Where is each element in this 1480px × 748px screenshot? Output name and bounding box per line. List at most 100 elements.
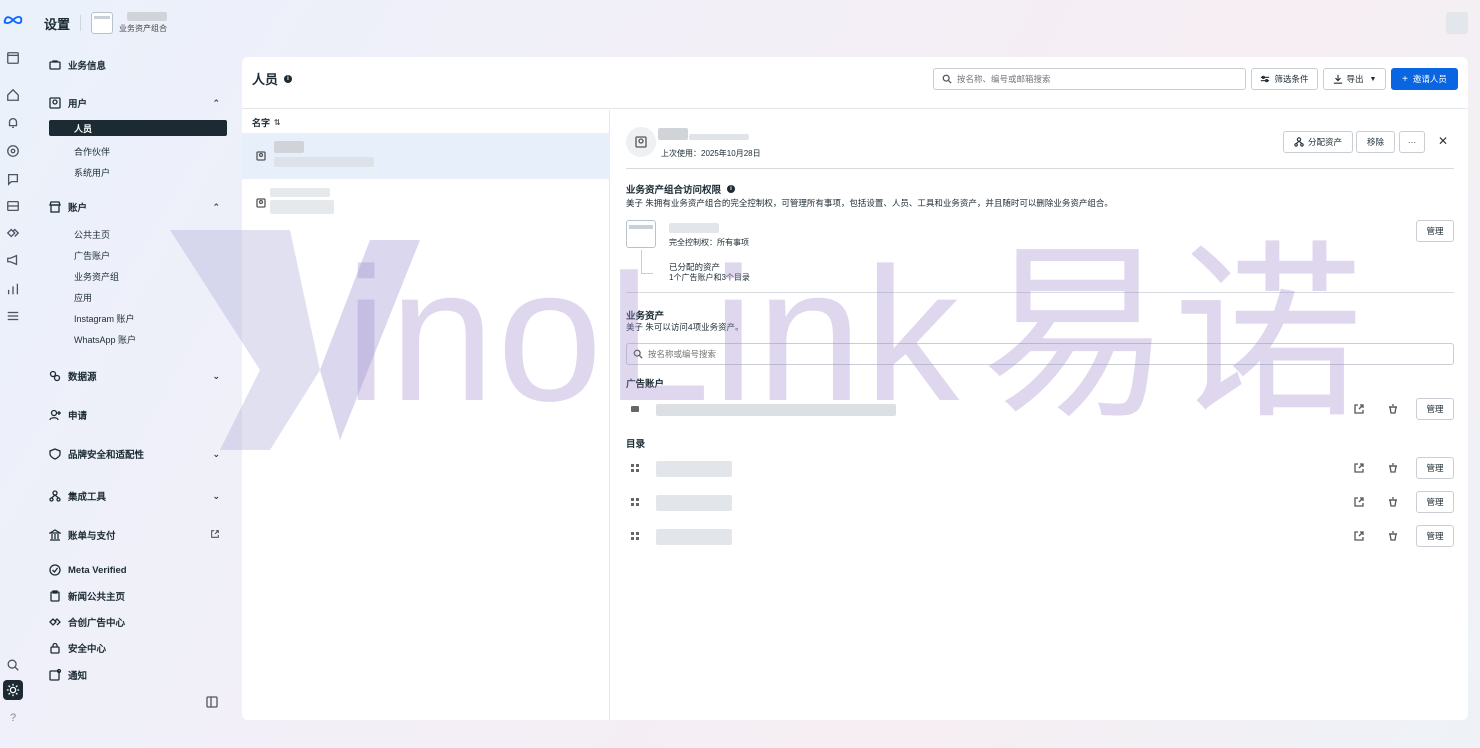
nav-meta-verified[interactable]: Meta Verified [48, 560, 228, 580]
nav-news-page[interactable]: 新闻公共主页 [48, 586, 228, 606]
nav-people[interactable]: 人员 [49, 120, 227, 136]
home-icon[interactable] [3, 85, 23, 105]
nav-business-info[interactable]: 业务信息 [48, 55, 228, 75]
filter-button-label: 筛选条件 [1274, 74, 1309, 84]
nav-accounts[interactable]: 账户 ⌃ [48, 197, 228, 217]
remove-button[interactable]: 移除 [1356, 131, 1395, 153]
app-title: 设置 [44, 16, 71, 32]
filter-button[interactable]: 筛选条件 [1251, 68, 1318, 90]
manage-portfolio-access-button[interactable]: 管理 [1416, 220, 1454, 242]
open-external-icon[interactable] [1354, 404, 1364, 417]
bell-icon[interactable] [3, 113, 23, 133]
ad-account-icon [630, 404, 640, 414]
portfolio-icon[interactable] [3, 48, 23, 68]
chevron-down-icon: ⌄ [212, 448, 220, 459]
nav-creative-hub[interactable]: 合创广告中心 [48, 612, 228, 632]
portfolio-switcher[interactable]: 业务资产组合 [119, 12, 168, 34]
close-icon[interactable]: ✕ [1436, 134, 1450, 148]
settings-gear-icon[interactable] [3, 680, 23, 700]
person-row[interactable] [242, 180, 610, 226]
megaphone-icon[interactable] [3, 250, 23, 270]
nav-requests[interactable]: 申请 [48, 405, 228, 425]
nav-notifications[interactable]: 通知 [48, 665, 228, 685]
nav-ad-accounts[interactable]: 广告账户 [74, 247, 224, 263]
nav-billing[interactable]: 账单与支付 [48, 525, 228, 545]
nav-asset-groups[interactable]: 业务资产组 [74, 268, 224, 284]
portfolio-subtitle: 业务资产组合 [119, 24, 168, 33]
main-panel: 人员 i 筛选条件 导出 ▼ + 邀请人员 名字 ⇅ [242, 57, 1468, 720]
manage-catalog-button[interactable]: 管理 [1416, 491, 1454, 513]
people-search-input[interactable] [957, 74, 1230, 84]
inbox-icon[interactable] [3, 196, 23, 216]
manage-ad-account-button[interactable]: 管理 [1416, 398, 1454, 420]
sort-icon[interactable]: ⇅ [274, 118, 281, 127]
nav-whatsapp-accounts[interactable]: WhatsApp 账户 [74, 331, 224, 347]
nav-security-center[interactable]: 安全中心 [48, 638, 228, 658]
nav-partners[interactable]: 合作伙伴 [74, 143, 224, 159]
nav-system-users[interactable]: 系统用户 [74, 164, 224, 180]
filter-icon [1261, 75, 1270, 83]
account-avatar[interactable] [1446, 12, 1468, 34]
download-icon [1333, 74, 1342, 84]
nav-data-sources[interactable]: 数据源 ⌄ [48, 366, 228, 386]
export-button[interactable]: 导出 ▼ [1323, 68, 1386, 90]
name-column-label: 名字 [252, 118, 271, 128]
nav-apps[interactable]: 应用 [74, 289, 224, 305]
nav-integrations[interactable]: 集成工具 ⌄ [48, 486, 228, 506]
ad-accounts-title: 广告账户 [626, 379, 665, 390]
target-icon[interactable] [3, 141, 23, 161]
redacted-person-email [689, 134, 749, 140]
chevron-down-icon: ⌄ [212, 490, 220, 501]
search-icon [633, 349, 643, 359]
integrations-icon [48, 489, 62, 503]
person-badge-icon [256, 151, 266, 161]
portfolio-icon [626, 220, 656, 248]
collapse-sidebar-icon[interactable] [206, 696, 220, 710]
redacted-person-email [274, 157, 374, 167]
trash-icon[interactable] [1388, 497, 1398, 510]
open-external-icon[interactable] [1354, 531, 1364, 544]
nav-instagram-accounts[interactable]: Instagram 账户 [74, 310, 224, 326]
divider [626, 168, 1454, 169]
handshake-icon[interactable] [3, 223, 23, 243]
manage-catalog-button[interactable]: 管理 [1416, 525, 1454, 547]
catalog-row: 管理 [626, 457, 1454, 481]
redacted-person-name [270, 188, 330, 197]
last-used-text: 上次使用：2025年10月28日 [661, 149, 761, 158]
menu-icon[interactable] [3, 306, 23, 326]
nav-brand-safety[interactable]: 品牌安全和适配性 ⌄ [48, 444, 228, 464]
asset-search[interactable] [626, 343, 1454, 365]
people-list: 名字 ⇅ [242, 110, 610, 720]
invite-people-button[interactable]: + 邀请人员 [1391, 68, 1458, 90]
nav-pages[interactable]: 公共主页 [74, 226, 224, 242]
trash-icon[interactable] [1388, 531, 1398, 544]
person-row[interactable] [242, 133, 610, 179]
more-options-button[interactable]: ··· [1399, 131, 1425, 153]
catalog-row: 管理 [626, 491, 1454, 515]
page-title-text: 人员 [252, 72, 279, 87]
chat-icon[interactable] [3, 169, 23, 189]
people-search[interactable] [933, 68, 1246, 90]
name-column-header[interactable]: 名字 ⇅ [252, 116, 281, 129]
ad-account-row: 管理 [626, 398, 1454, 422]
open-external-icon[interactable] [1354, 497, 1364, 510]
person-detail: 上次使用：2025年10月28日 分配资产 移除 ··· ✕ 业务资产组合访问权… [611, 110, 1468, 720]
open-external-icon[interactable] [1354, 463, 1364, 476]
search-icon[interactable] [3, 655, 23, 675]
trash-icon[interactable] [1388, 404, 1398, 417]
verified-badge-icon [48, 563, 62, 577]
info-icon[interactable]: i [727, 185, 736, 193]
portfolio-thumbnail[interactable] [91, 12, 114, 34]
assign-assets-label: 分配资产 [1307, 137, 1342, 147]
asset-search-input[interactable] [648, 349, 1386, 359]
bar-chart-icon[interactable] [3, 279, 23, 299]
person-badge-icon [256, 198, 266, 208]
meta-logo-icon[interactable] [3, 10, 23, 30]
trash-icon[interactable] [1388, 463, 1398, 476]
help-icon[interactable]: ? [3, 708, 23, 728]
assign-assets-button[interactable]: 分配资产 [1283, 131, 1353, 153]
nav-users[interactable]: 用户 ⌃ [48, 93, 228, 113]
redacted-catalog-name [656, 495, 732, 511]
info-icon[interactable]: i [284, 74, 293, 83]
manage-catalog-button[interactable]: 管理 [1416, 457, 1454, 479]
